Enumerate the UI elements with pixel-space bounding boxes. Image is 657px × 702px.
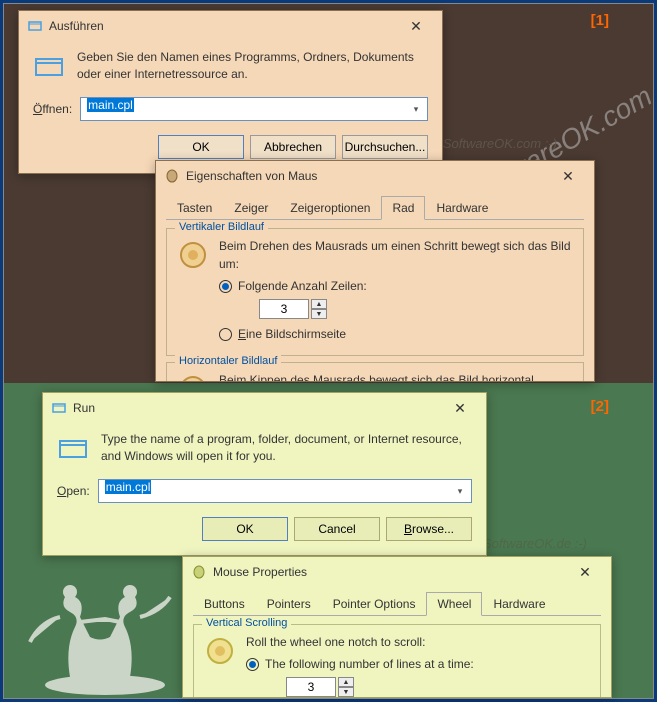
ok-button[interactable]: OK bbox=[158, 135, 244, 159]
dropdown-icon[interactable]: ▾ bbox=[407, 100, 425, 118]
tab-hardware[interactable]: Hardware bbox=[482, 592, 556, 616]
marker-2: [2] bbox=[591, 398, 609, 415]
tab-pointer-options[interactable]: Zeigeroptionen bbox=[279, 196, 381, 220]
vertical-description: Beim Drehen des Mausrads um einen Schrit… bbox=[219, 237, 573, 273]
tabs: Buttons Pointers Pointer Options Wheel H… bbox=[193, 591, 601, 616]
dialog-title: Run bbox=[73, 401, 442, 415]
dialog-title: Ausführen bbox=[49, 19, 398, 33]
tab-buttons[interactable]: Tasten bbox=[166, 196, 223, 220]
tab-hardware[interactable]: Hardware bbox=[425, 196, 499, 220]
open-input[interactable]: main.cpl ▾ bbox=[98, 479, 472, 503]
spin-up[interactable]: ▲ bbox=[311, 299, 327, 309]
browse-button[interactable]: Browse... bbox=[386, 517, 472, 541]
group-title: Vertical Scrolling bbox=[202, 617, 291, 629]
run-dialog-de: Ausführen ✕ Geben Sie den Namen eines Pr… bbox=[18, 10, 443, 174]
run-window-icon bbox=[51, 400, 67, 416]
wheel-icon bbox=[204, 635, 236, 667]
lines-spinner[interactable]: ▲▼ bbox=[286, 677, 354, 697]
run-description: Geben Sie den Namen eines Programms, Ord… bbox=[77, 49, 428, 83]
close-button[interactable]: ✕ bbox=[550, 165, 586, 187]
vertical-scroll-group: Vertikaler Bildlauf Beim Drehen des Maus… bbox=[166, 228, 584, 356]
run-dialog-en: Run ✕ Type the name of a program, folder… bbox=[42, 392, 487, 556]
lines-input[interactable] bbox=[259, 299, 309, 319]
run-icon bbox=[33, 51, 65, 83]
spin-down[interactable]: ▼ bbox=[311, 309, 327, 319]
browse-button[interactable]: Durchsuchen... bbox=[342, 135, 428, 159]
input-value: main.cpl bbox=[87, 98, 134, 112]
dropdown-icon[interactable]: ▾ bbox=[451, 482, 469, 500]
dialog-title: Eigenschaften von Maus bbox=[186, 169, 550, 183]
run-description: Type the name of a program, folder, docu… bbox=[101, 431, 472, 465]
spin-down[interactable]: ▼ bbox=[338, 687, 354, 697]
vertical-description: Roll the wheel one notch to scroll: bbox=[246, 633, 474, 651]
mouse-properties-de: Eigenschaften von Maus ✕ Tasten Zeiger Z… bbox=[155, 160, 595, 382]
radio-page[interactable] bbox=[219, 328, 232, 341]
close-button[interactable]: ✕ bbox=[567, 561, 603, 583]
titlebar[interactable]: Ausführen ✕ bbox=[19, 11, 442, 41]
titlebar[interactable]: Eigenschaften von Maus ✕ bbox=[156, 161, 594, 191]
tab-pointers[interactable]: Zeiger bbox=[223, 196, 279, 220]
radio-lines-label: The following number of lines at a time: bbox=[265, 655, 474, 673]
tabs: Tasten Zeiger Zeigeroptionen Rad Hardwar… bbox=[166, 195, 584, 220]
radio-lines[interactable] bbox=[246, 658, 259, 671]
group-title: Vertikaler Bildlauf bbox=[175, 221, 268, 233]
tab-wheel[interactable]: Rad bbox=[381, 196, 425, 220]
run-icon bbox=[57, 433, 89, 465]
open-label: Öffnen: bbox=[33, 102, 72, 116]
radio-lines-label: Folgende Anzahl Zeilen: bbox=[238, 277, 367, 295]
mouse-icon bbox=[164, 168, 180, 184]
ok-button[interactable]: OK bbox=[202, 517, 288, 541]
tab-pointer-options[interactable]: Pointer Options bbox=[322, 592, 427, 616]
marker-1: [1] bbox=[591, 12, 609, 29]
mouse-icon bbox=[191, 564, 207, 580]
group-title: Horizontaler Bildlauf bbox=[175, 355, 281, 367]
open-input[interactable]: main.cpl ▾ bbox=[80, 97, 428, 121]
titlebar[interactable]: Run ✕ bbox=[43, 393, 486, 423]
open-label: Open: bbox=[57, 484, 90, 498]
spin-up[interactable]: ▲ bbox=[338, 677, 354, 687]
close-button[interactable]: ✕ bbox=[398, 15, 434, 37]
cancel-button[interactable]: Abbrechen bbox=[250, 135, 336, 159]
radio-page-label: Eine Bildschirmseite bbox=[238, 325, 346, 343]
wheel-icon bbox=[177, 239, 209, 271]
horizontal-scroll-group: Horizontaler Bildlauf Beim Kippen des Ma… bbox=[166, 362, 584, 382]
titlebar[interactable]: Mouse Properties ✕ bbox=[183, 557, 611, 587]
cancel-button[interactable]: Cancel bbox=[294, 517, 380, 541]
tab-buttons[interactable]: Buttons bbox=[193, 592, 256, 616]
wheel-icon bbox=[177, 373, 209, 382]
close-button[interactable]: ✕ bbox=[442, 397, 478, 419]
tab-wheel[interactable]: Wheel bbox=[426, 592, 482, 616]
run-window-icon bbox=[27, 18, 43, 34]
lines-input[interactable] bbox=[286, 677, 336, 697]
lines-spinner[interactable]: ▲▼ bbox=[259, 299, 327, 319]
dialog-title: Mouse Properties bbox=[213, 565, 567, 579]
radio-lines[interactable] bbox=[219, 280, 232, 293]
tab-pointers[interactable]: Pointers bbox=[256, 592, 322, 616]
mouse-properties-en: Mouse Properties ✕ Buttons Pointers Poin… bbox=[182, 556, 612, 698]
horizontal-description: Beim Kippen des Mausrads bewegt sich das… bbox=[219, 371, 534, 382]
vertical-scroll-group: Vertical Scrolling Roll the wheel one no… bbox=[193, 624, 601, 698]
input-value: main.cpl bbox=[105, 480, 152, 494]
